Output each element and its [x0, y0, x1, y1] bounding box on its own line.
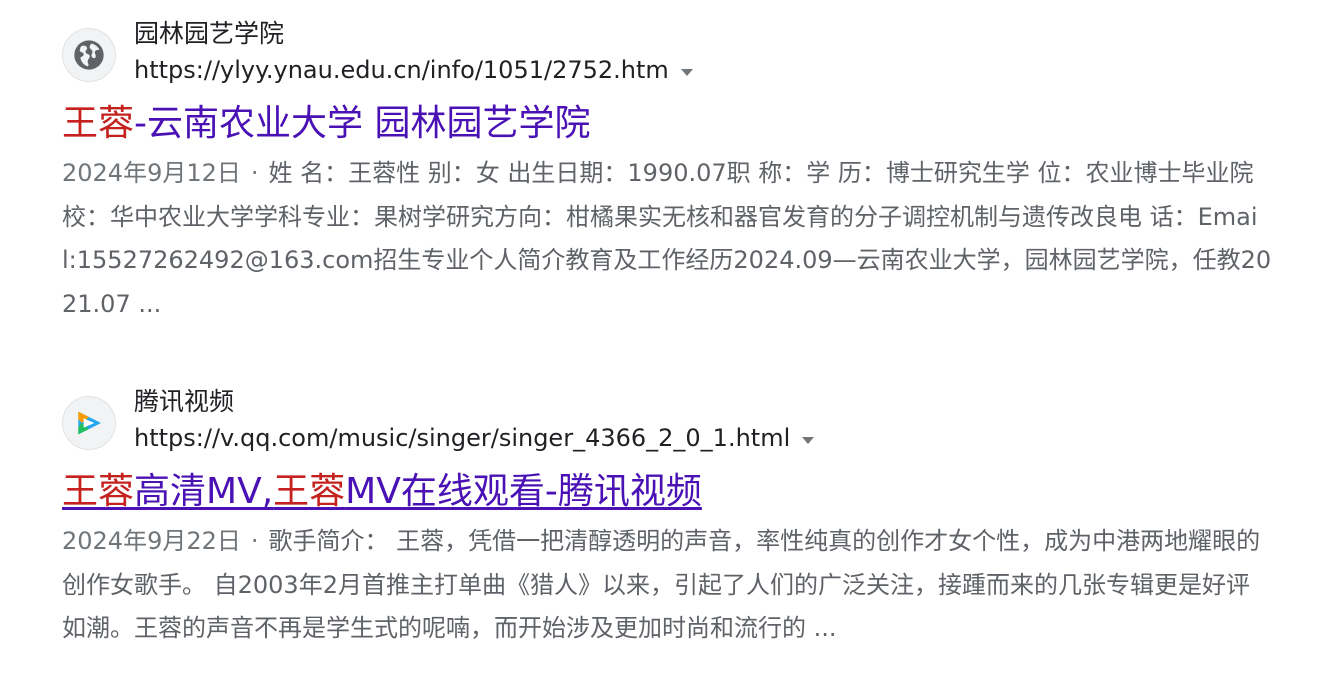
url-text: https://ylyy.ynau.edu.cn/info/1051/2752.… — [134, 56, 669, 84]
result-title-link[interactable]: 王蓉高清MV,王蓉MV在线观看-腾讯视频 — [62, 468, 702, 516]
separator-dot: · — [250, 159, 259, 187]
site-name: 腾讯视频 — [134, 387, 235, 416]
title-highlight: 王蓉 — [62, 471, 135, 512]
result-url[interactable]: https://v.qq.com/music/singer/singer_436… — [134, 420, 815, 456]
result-snippet: 2024年9月12日 · 姓 名：王蓉性 别：女 出生日期：1990.07职 称：学… — [62, 152, 1272, 326]
result-date: 2024年9月12日 — [62, 159, 241, 187]
chevron-down-icon[interactable] — [802, 436, 815, 444]
result-url[interactable]: https://ylyy.ynau.edu.cn/info/1051/2752.… — [134, 52, 693, 88]
result-source[interactable]: 腾讯视频 https://v.qq.com/music/singer/singe… — [62, 384, 1282, 462]
title-text: MV在线观看-腾讯视频 — [345, 471, 702, 512]
title-text: -云南农业大学 园林园艺学院 — [134, 103, 591, 144]
title-highlight: 王蓉 — [273, 471, 346, 512]
globe-icon — [62, 28, 116, 82]
chevron-down-icon[interactable] — [680, 68, 693, 76]
search-result: 腾讯视频 https://v.qq.com/music/singer/singe… — [62, 384, 1282, 651]
result-date: 2024年9月22日 — [62, 527, 241, 555]
result-snippet: 2024年9月22日 · 歌手简介： 王蓉，凭借一把清醇透明的声音，率性纯真的创作才… — [62, 520, 1272, 651]
result-source[interactable]: 园林园艺学院 https://ylyy.ynau.edu.cn/info/105… — [62, 16, 1282, 94]
site-name: 园林园艺学院 — [134, 19, 285, 48]
separator-dot: · — [250, 527, 259, 555]
snippet-text: 歌手简介： 王蓉，凭借一把清醇透明的声音，率性纯真的创作才女个性，成为中港两地耀… — [62, 527, 1261, 642]
title-highlight: 王蓉 — [62, 103, 135, 144]
tencent-video-icon — [62, 396, 116, 450]
title-text: 高清MV, — [134, 471, 274, 512]
url-text: https://v.qq.com/music/singer/singer_436… — [134, 424, 791, 452]
search-result: 园林园艺学院 https://ylyy.ynau.edu.cn/info/105… — [62, 16, 1282, 326]
snippet-text: 姓 名：王蓉性 别：女 出生日期：1990.07职 称：学 历：博士研究生学 位… — [62, 159, 1272, 318]
result-title-link[interactable]: 王蓉-云南农业大学 园林园艺学院 — [62, 100, 590, 148]
